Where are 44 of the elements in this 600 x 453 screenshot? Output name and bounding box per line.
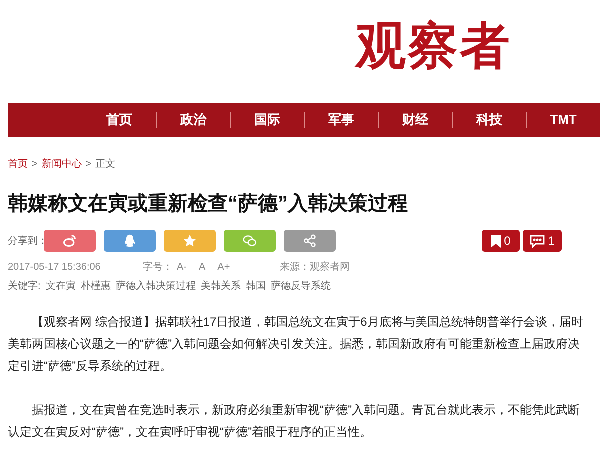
share-button[interactable]: [44, 230, 96, 252]
article-paragraph: 据报道，文在寅曾在竞选时表示，新政府必须重新审视“萨德”入韩问题。青瓦台就此表示，不能凭此武断认定文在寅反对“萨德”，文在寅呼吁审视“萨德”着眼于程序的正当性。: [8, 402, 581, 441]
nav-item[interactable]: TMT: [527, 110, 600, 130]
breadcrumb-link[interactable]: 新闻中心: [42, 157, 82, 172]
source-text: 来源：观察者网: [280, 260, 350, 274]
share-button[interactable]: [104, 230, 156, 252]
penguin-icon: [123, 234, 137, 248]
font-size-link[interactable]: A-: [177, 260, 187, 274]
comment-icon: [530, 234, 546, 248]
breadcrumb-text: >: [32, 158, 38, 172]
keywords-label: 关键字:: [8, 280, 41, 294]
nav-item[interactable]: 首页: [83, 110, 156, 130]
comment-button[interactable]: 1: [523, 230, 562, 252]
font-size-link[interactable]: A: [199, 260, 206, 274]
article-paragraph: 【观察者网 综合报道】据韩联社17日报道，韩国总统文在寅于6月底将与美国总统特朗普举行会谈，届时美韩两国核心议题之一的“萨德”入韩问题会如何解决引发关注。据悉，韩国新政府有可能重新检查上届政府决定引进“萨德”反导系统的过程。: [8, 314, 584, 375]
keyword-link[interactable]: 韩国: [246, 278, 266, 294]
chat-bubbles-icon: [243, 234, 257, 248]
nav-item[interactable]: 军事: [305, 110, 378, 130]
share-button[interactable]: [164, 230, 216, 252]
keyword-link[interactable]: 萨德入韩决策过程: [116, 278, 196, 294]
keyword-link[interactable]: 文在寅: [46, 278, 76, 294]
swirl-icon: [63, 234, 77, 248]
nav-item[interactable]: 科技: [453, 110, 526, 130]
share-button[interactable]: [284, 230, 336, 252]
bookmark-button[interactable]: 0: [482, 230, 520, 252]
share-button[interactable]: [224, 230, 276, 252]
article-title: 韩媒称文在寅或重新检查“萨德”入韩决策过程: [7, 192, 409, 217]
breadcrumb-link[interactable]: 首页: [8, 157, 28, 172]
font-size-link[interactable]: A+: [218, 260, 230, 274]
keyword-link[interactable]: 美韩关系: [200, 278, 241, 294]
bookmark-icon: [491, 234, 502, 248]
site-logo[interactable]: 观察者: [356, 8, 512, 84]
publish-date: 2017-05-17 15:36:06: [8, 260, 102, 274]
breadcrumb-text: 正文: [96, 158, 116, 172]
keyword-link[interactable]: 朴槿惠: [80, 278, 111, 294]
breadcrumb-text: >: [86, 158, 92, 172]
share-icon: [303, 234, 317, 248]
keyword-link[interactable]: 萨德反导系统: [270, 278, 331, 294]
nav-item[interactable]: 政治: [157, 110, 230, 130]
font-size-label: 字号：: [143, 260, 173, 274]
star-icon: [183, 234, 197, 248]
nav-item[interactable]: 国际: [231, 110, 304, 130]
share-label: 分享到：: [8, 234, 44, 248]
nav-item[interactable]: 财经: [379, 110, 452, 130]
